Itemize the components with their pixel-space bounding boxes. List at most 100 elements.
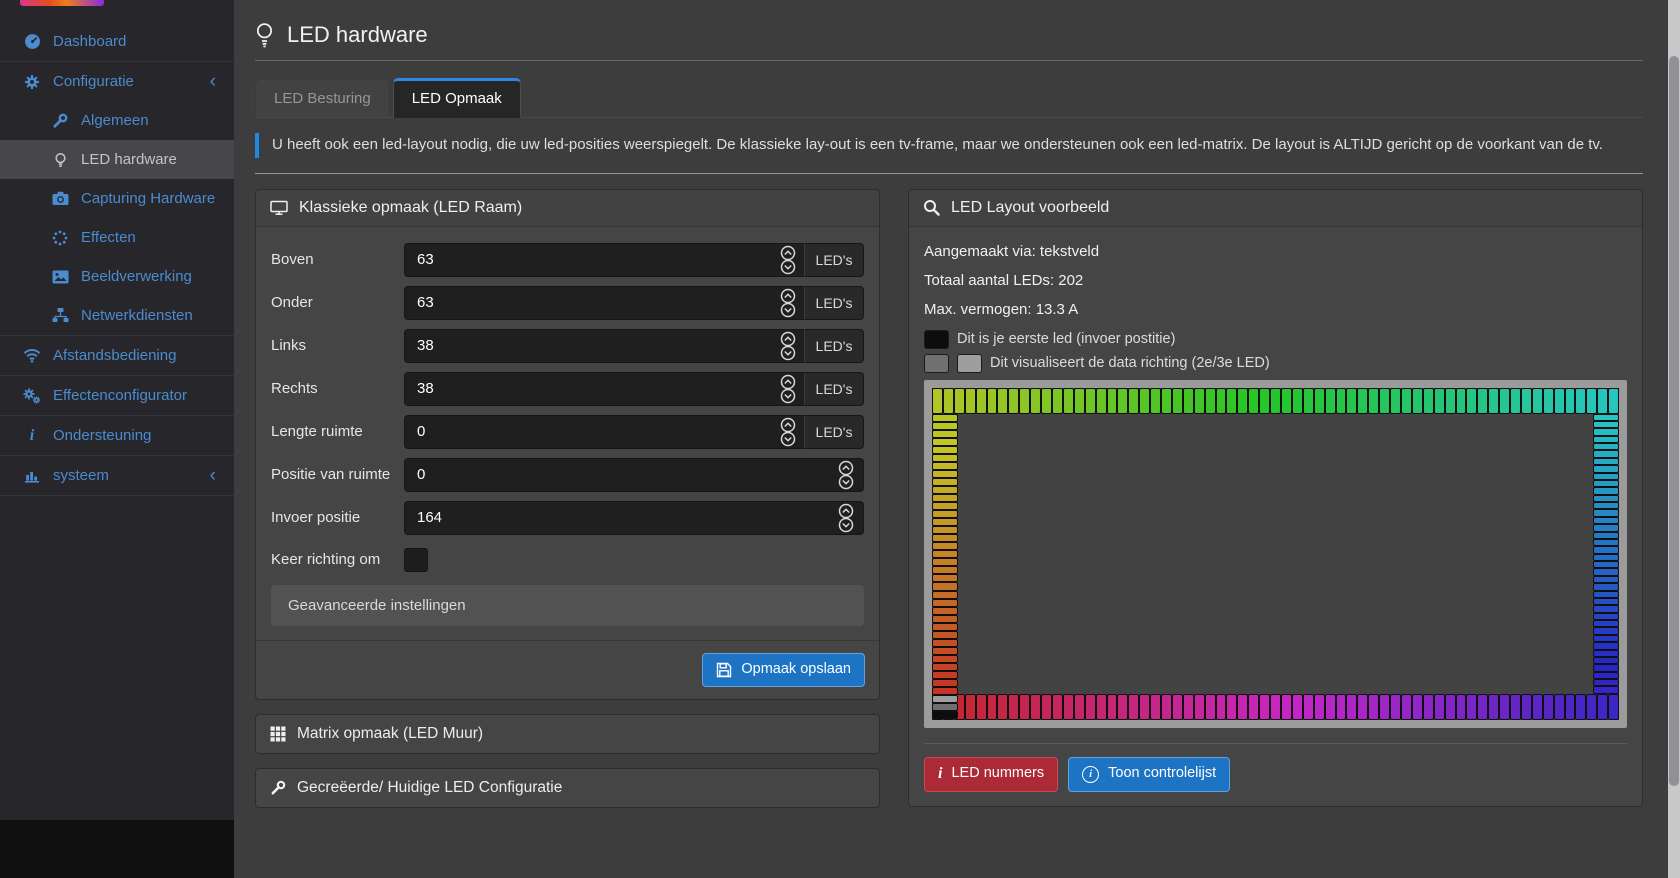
- sidebar-item-effectenconfigurator[interactable]: Effectenconfigurator: [0, 376, 234, 415]
- form-row-onder: Onder LED's: [271, 286, 864, 320]
- number-spinner[interactable]: [836, 460, 856, 490]
- sidebar-footer-area: [0, 820, 234, 878]
- sidebar-item-label: Configuratie: [53, 73, 134, 90]
- sidebar-item-label: Beeldverwerking: [81, 268, 192, 285]
- field-label: Boven: [271, 251, 404, 268]
- sidebar-item-label: LED hardware: [81, 151, 177, 168]
- sidebar-item-beeldverwerking[interactable]: Beeldverwerking: [0, 257, 234, 296]
- sidebar-item-led-hardware[interactable]: LED hardware: [0, 140, 234, 179]
- form-row-positie-van-ruimte: Positie van ruimte: [271, 458, 864, 492]
- sidebar-item-label: Algemeen: [81, 112, 149, 129]
- number-spinner[interactable]: [778, 417, 798, 447]
- sidebar-item-capturing-hardware[interactable]: Capturing Hardware: [0, 179, 234, 218]
- sidebar-separator: [0, 495, 234, 496]
- number-spinner[interactable]: [778, 288, 798, 318]
- current-config-panel-header[interactable]: Gecreëerde/ Huidige LED Configuratie: [255, 768, 880, 808]
- leds-addon-label: LED's: [804, 415, 864, 449]
- show-checklist-button[interactable]: i Toon controlelijst: [1068, 757, 1230, 792]
- scrollbar-thumb[interactable]: [1669, 56, 1679, 786]
- matrix-layout-panel-header[interactable]: Matrix opmaak (LED Muur): [255, 714, 880, 754]
- wrench-icon: [49, 113, 71, 129]
- monitor-icon: [270, 200, 288, 216]
- boven-input[interactable]: [404, 243, 804, 277]
- reverse-direction-checkbox[interactable]: [404, 548, 428, 572]
- sidebar-item-label: Dashboard: [53, 33, 126, 50]
- logo-gradient-strip: [20, 0, 104, 6]
- tab-bar: LED Besturing LED Opmaak: [255, 78, 1643, 118]
- second-led-swatch: [924, 354, 949, 373]
- sidebar-item-label: Afstandsbediening: [53, 347, 176, 364]
- camera-icon: [49, 191, 71, 206]
- classic-panel-footer: Opmaak opslaan: [256, 640, 879, 699]
- sidebar-item-netwerkdiensten[interactable]: Netwerkdiensten: [0, 296, 234, 335]
- magnifier-icon: [923, 199, 940, 216]
- leds-addon-label: LED's: [804, 243, 864, 277]
- sidebar-item-afstandsbediening[interactable]: Afstandsbediening: [0, 336, 234, 375]
- advanced-settings-toggle[interactable]: Geavanceerde instellingen: [271, 585, 864, 626]
- info-circle-icon: i: [1082, 766, 1099, 783]
- number-spinner[interactable]: [836, 503, 856, 533]
- onder-input[interactable]: [404, 286, 804, 320]
- form-row-links: Links LED's: [271, 329, 864, 363]
- header-divider: [255, 60, 1643, 61]
- field-label: Rechts: [271, 380, 404, 397]
- number-spinner[interactable]: [778, 331, 798, 361]
- page-scrollbar[interactable]: [1668, 0, 1680, 878]
- invoer-positie-input[interactable]: [404, 501, 864, 535]
- tab-led-besturing[interactable]: LED Besturing: [255, 79, 390, 117]
- number-spinner[interactable]: [778, 245, 798, 275]
- sidebar-item-algemeen[interactable]: Algemeen: [0, 101, 234, 140]
- sidebar-item-label: systeem: [53, 467, 109, 484]
- rechts-input[interactable]: [404, 372, 804, 406]
- sidebar-item-dashboard[interactable]: Dashboard: [0, 22, 234, 61]
- sidebar-item-label: Effecten: [81, 229, 136, 246]
- section-divider: [255, 173, 1643, 174]
- total-leds-text: Totaal aantal LEDs: 202: [924, 272, 1627, 289]
- created-via-text: Aangemaakt via: tekstveld: [924, 243, 1627, 260]
- legend-first-led: Dit is je eerste led (invoer postitie): [924, 330, 1627, 349]
- legend-direction-label: Dit visualiseert de data richting (2e/3e…: [990, 355, 1270, 371]
- sidebar-item-label: Effectenconfigurator: [53, 387, 187, 404]
- wifi-icon: [21, 348, 43, 363]
- info-icon: i: [938, 766, 942, 782]
- gauge-icon: [21, 33, 43, 50]
- sidebar-item-configuratie[interactable]: Configuratie ‹: [0, 62, 234, 101]
- sidebar: Dashboard Configuratie ‹ Algemeen LED ha…: [0, 0, 234, 820]
- sidebar-item-effecten[interactable]: Effecten: [0, 218, 234, 257]
- page-header: LED hardware: [255, 0, 1643, 54]
- field-label: Links: [271, 337, 404, 354]
- classic-layout-panel: Klassieke opmaak (LED Raam) Boven LED's: [255, 189, 880, 700]
- legend-data-direction: Dit visualiseert de data richting (2e/3e…: [924, 354, 1627, 373]
- links-input[interactable]: [404, 329, 804, 363]
- form-row-rechts: Rechts LED's: [271, 372, 864, 406]
- legend-first-led-label: Dit is je eerste led (invoer postitie): [957, 331, 1175, 347]
- save-layout-button[interactable]: Opmaak opslaan: [702, 653, 865, 687]
- lightbulb-icon: [49, 152, 71, 168]
- chevron-left-icon: ‹: [210, 72, 216, 91]
- number-spinner[interactable]: [778, 374, 798, 404]
- matrix-panel-title: Matrix opmaak (LED Muur): [297, 725, 483, 743]
- tab-led-opmaak[interactable]: LED Opmaak: [393, 78, 521, 118]
- led-frame: [924, 380, 1627, 728]
- sidebar-item-systeem[interactable]: systeem ‹: [0, 456, 234, 495]
- positie-van-ruimte-input[interactable]: [404, 458, 864, 492]
- field-label: Keer richting om: [271, 551, 404, 568]
- info-icon: i: [21, 428, 43, 444]
- page-title: LED hardware: [287, 22, 428, 48]
- leds-addon-label: LED's: [804, 329, 864, 363]
- show-checklist-label: Toon controlelijst: [1108, 766, 1216, 782]
- lengte-ruimte-input[interactable]: [404, 415, 804, 449]
- field-label: Invoer positie: [271, 509, 404, 526]
- classic-panel-title: Klassieke opmaak (LED Raam): [299, 199, 522, 217]
- sidebar-item-ondersteuning[interactable]: i Ondersteuning: [0, 416, 234, 455]
- led-numbers-button[interactable]: i LED nummers: [924, 757, 1058, 792]
- lightbulb-outline-icon: [255, 22, 274, 49]
- image-icon: [49, 270, 71, 284]
- led-preview-panel: LED Layout voorbeeld Aangemaakt via: tek…: [908, 189, 1643, 807]
- chevron-left-icon: ‹: [210, 466, 216, 485]
- led-numbers-label: LED nummers: [951, 766, 1044, 782]
- preview-panel-header: LED Layout voorbeeld: [909, 190, 1642, 227]
- preview-panel-title: LED Layout voorbeeld: [951, 199, 1109, 217]
- preview-footer-divider: [924, 743, 1627, 744]
- form-row-boven: Boven LED's: [271, 243, 864, 277]
